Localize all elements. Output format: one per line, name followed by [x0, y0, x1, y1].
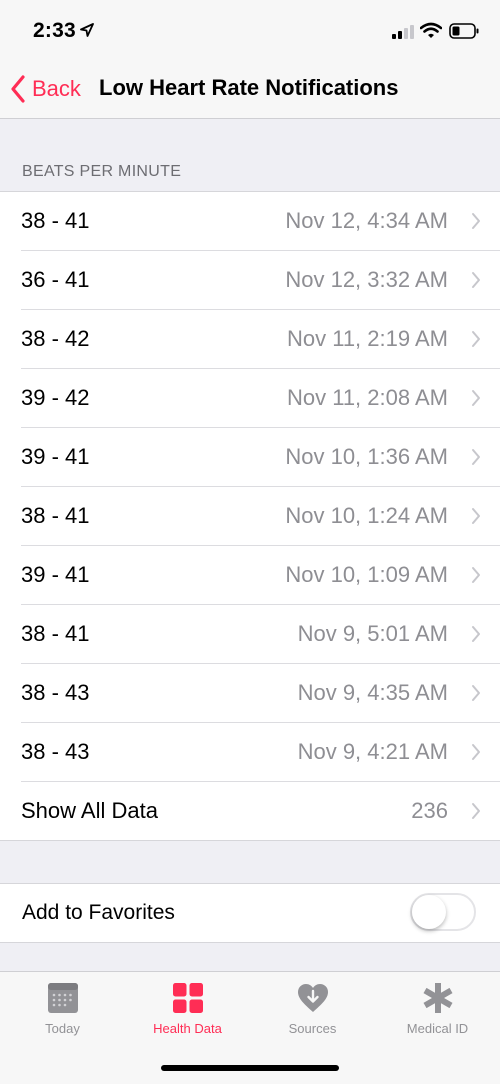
show-all-data-row[interactable]: Show All Data 236: [21, 782, 500, 840]
list-item[interactable]: 38 - 41 Nov 9, 5:01 AM: [21, 605, 500, 664]
chevron-right-icon: [472, 567, 480, 583]
timestamp: Nov 11, 2:19 AM: [286, 326, 448, 351]
tab-label: Medical ID: [406, 1021, 469, 1036]
tab-label: Health Data: [153, 1021, 222, 1036]
toggle-knob: [412, 895, 446, 929]
timestamp: Nov 9, 4:35 AM: [297, 680, 448, 705]
battery-icon: [449, 23, 479, 39]
tab-label: Sources: [288, 1021, 337, 1036]
chevron-right-icon: [472, 449, 480, 465]
list-item[interactable]: 38 - 43 Nov 9, 4:21 AM: [21, 723, 500, 782]
chevron-right-icon: [472, 508, 480, 524]
navigation-bar: Back Low Heart Rate Notifications: [0, 60, 500, 119]
timestamp: Nov 12, 4:34 AM: [285, 208, 448, 233]
grid-icon: [173, 983, 203, 1013]
signal-icon: [392, 25, 414, 39]
tab-medical-id[interactable]: Medical ID: [375, 972, 500, 1052]
timestamp: Nov 10, 1:09 AM: [285, 562, 448, 587]
asterisk-icon: [423, 983, 453, 1013]
chevron-right-icon: [472, 803, 480, 819]
back-button[interactable]: Back: [10, 72, 81, 106]
tab-today[interactable]: Today: [0, 972, 125, 1052]
data-count: 236: [411, 798, 448, 823]
list-item[interactable]: 39 - 41 Nov 10, 1:36 AM: [21, 428, 500, 487]
add-to-favorites-cell: Add to Favorites: [0, 883, 500, 943]
bpm-range: 38 - 42: [21, 326, 90, 351]
chevron-right-icon: [472, 626, 480, 642]
list-item[interactable]: 39 - 42 Nov 11, 2:08 AM: [21, 369, 500, 428]
bpm-range: 39 - 41: [21, 562, 90, 587]
chevron-right-icon: [472, 272, 480, 288]
tab-health-data[interactable]: Health Data: [125, 972, 250, 1052]
heart-download-icon: [298, 984, 328, 1012]
list-item[interactable]: 38 - 42 Nov 11, 2:19 AM: [21, 310, 500, 369]
back-label: Back: [32, 76, 81, 101]
bpm-range: 38 - 41: [21, 621, 90, 646]
chevron-left-icon: [11, 75, 25, 103]
home-indicator[interactable]: [161, 1065, 339, 1071]
timestamp: Nov 11, 2:08 AM: [286, 385, 448, 410]
timestamp: Nov 10, 1:36 AM: [285, 444, 448, 469]
list-item[interactable]: 38 - 43 Nov 9, 4:35 AM: [21, 664, 500, 723]
wifi-icon: [420, 22, 442, 38]
page-title: Low Heart Rate Notifications: [99, 75, 399, 100]
add-to-favorites-label: Add to Favorites: [22, 901, 175, 924]
notifications-list: 38 - 41 Nov 12, 4:34 AM 36 - 41 Nov 12, …: [0, 191, 500, 841]
list-item[interactable]: 36 - 41 Nov 12, 3:32 AM: [21, 251, 500, 310]
chevron-right-icon: [472, 744, 480, 760]
bpm-range: 38 - 41: [21, 208, 90, 233]
bpm-range: 36 - 41: [21, 267, 90, 292]
bpm-range: 38 - 43: [21, 739, 90, 764]
tab-sources[interactable]: Sources: [250, 972, 375, 1052]
status-time: 2:33: [33, 19, 76, 42]
timestamp: Nov 10, 1:24 AM: [285, 503, 448, 528]
tab-label: Today: [45, 1021, 80, 1036]
list-item[interactable]: 39 - 41 Nov 10, 1:09 AM: [21, 546, 500, 605]
calendar-icon: [48, 983, 78, 1013]
chevron-right-icon: [472, 331, 480, 347]
favorites-toggle[interactable]: [410, 893, 476, 931]
chevron-right-icon: [472, 685, 480, 701]
bpm-range: 38 - 43: [21, 680, 90, 705]
chevron-right-icon: [472, 390, 480, 406]
timestamp: Nov 12, 3:32 AM: [285, 267, 448, 292]
list-item[interactable]: 38 - 41 Nov 10, 1:24 AM: [21, 487, 500, 546]
timestamp: Nov 9, 4:21 AM: [297, 739, 448, 764]
show-all-data-label: Show All Data: [21, 798, 158, 823]
list-item[interactable]: 38 - 41 Nov 12, 4:34 AM: [21, 192, 500, 251]
bpm-range: 39 - 42: [21, 385, 90, 410]
bpm-range: 39 - 41: [21, 444, 90, 469]
status-bar: 2:33: [0, 0, 500, 60]
section-header: BEATS PER MINUTE: [22, 163, 182, 180]
timestamp: Nov 9, 5:01 AM: [297, 621, 448, 646]
bpm-range: 38 - 41: [21, 503, 90, 528]
chevron-right-icon: [472, 213, 480, 229]
location-arrow-icon: [80, 23, 94, 37]
